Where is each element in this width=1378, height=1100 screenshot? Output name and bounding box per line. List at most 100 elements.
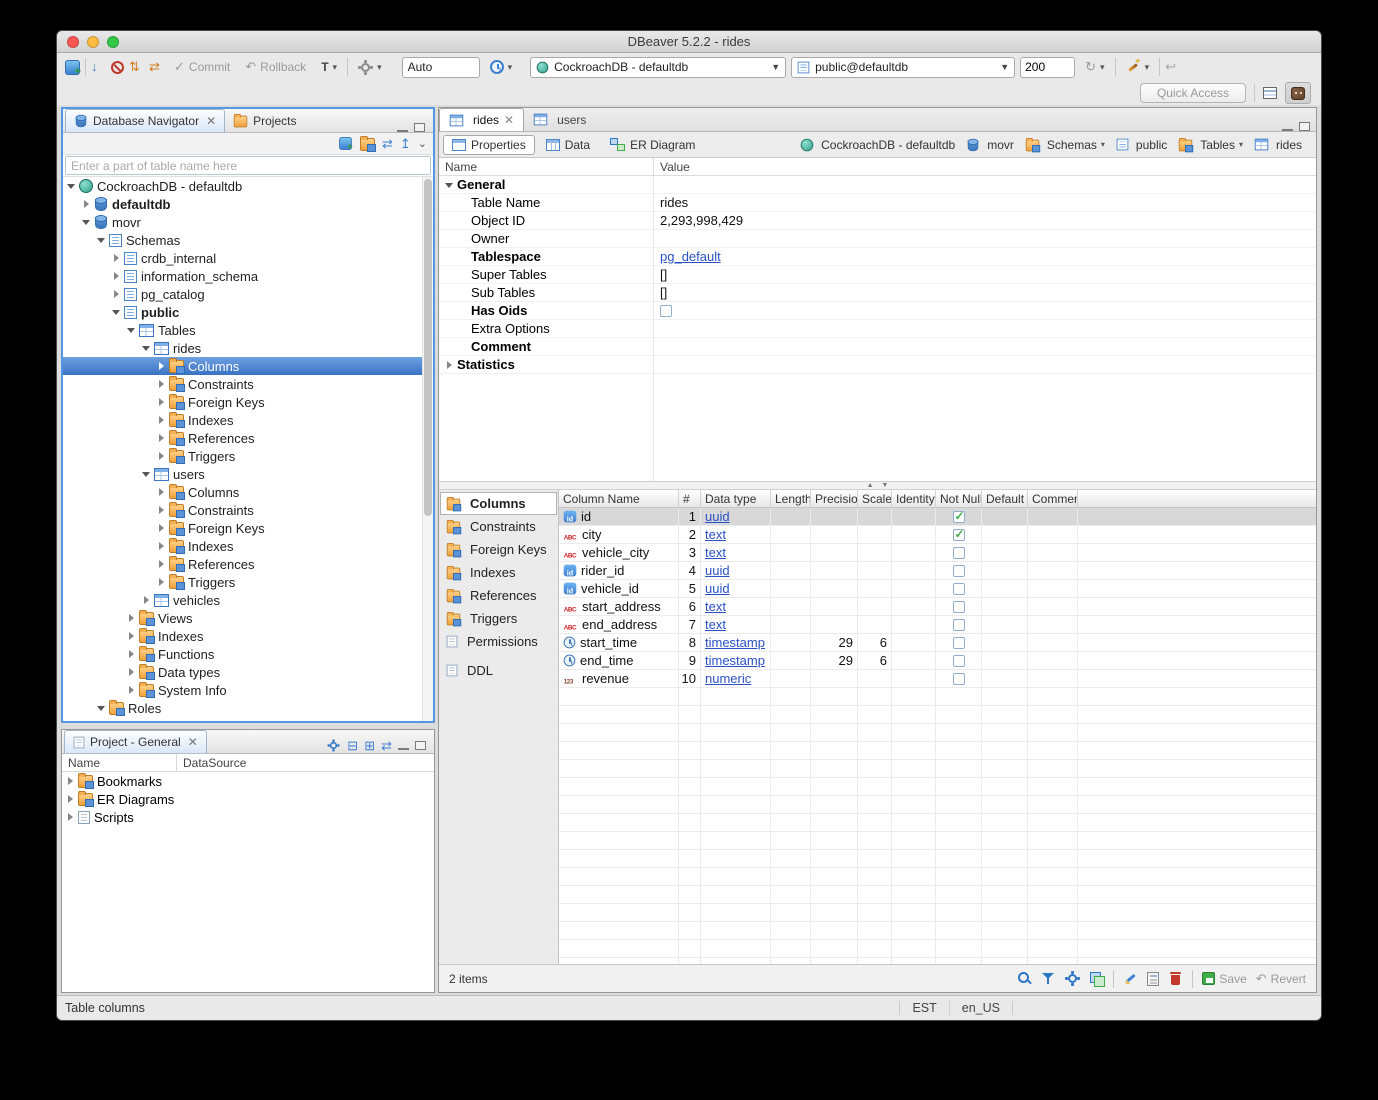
cell-not-null[interactable] xyxy=(936,526,982,543)
expand-twistie-icon[interactable] xyxy=(127,613,137,623)
collapse-twistie-icon[interactable] xyxy=(112,307,122,317)
cell-scale[interactable] xyxy=(858,598,892,615)
collapse-twistie-icon[interactable] xyxy=(82,217,92,227)
cell-data-type[interactable]: timestamp xyxy=(701,634,771,651)
section-splitter[interactable]: ▲ ▼ xyxy=(439,482,1316,490)
cell-length[interactable] xyxy=(771,526,811,543)
tree-item-cockroachdb-defaultdb[interactable]: CockroachDB - defaultdb xyxy=(63,177,433,195)
expand-twistie-icon[interactable] xyxy=(157,523,167,533)
connection-combo[interactable]: CockroachDB - defaultdb ▼ xyxy=(530,57,786,78)
breadcrumb-item-cockroachdb-defaultdb[interactable]: CockroachDB - defaultdb xyxy=(796,137,959,153)
cell-default[interactable] xyxy=(982,508,1028,525)
refresh-button[interactable]: ↻ ▾ xyxy=(1080,56,1109,78)
cell-ordinal[interactable]: 6 xyxy=(679,598,701,615)
quick-access-button[interactable]: Quick Access xyxy=(1140,83,1246,103)
property-value[interactable] xyxy=(654,302,1316,319)
cell-ordinal[interactable]: 3 xyxy=(679,544,701,561)
property-value[interactable]: 2,293,998,429 xyxy=(654,212,1316,229)
tree-item-system-info[interactable]: System Info xyxy=(63,681,433,699)
tree-item-defaultdb[interactable]: defaultdb xyxy=(63,195,433,213)
minimize-view-icon[interactable] xyxy=(397,129,408,132)
filter-icon[interactable] xyxy=(1041,971,1056,986)
property-value[interactable]: [] xyxy=(654,284,1316,301)
cell-precision[interactable] xyxy=(811,526,858,543)
expand-twistie-icon[interactable] xyxy=(157,541,167,551)
tree-item-indexes[interactable]: Indexes xyxy=(63,411,433,429)
cell-column-name[interactable]: city xyxy=(559,526,679,543)
cell-precision[interactable] xyxy=(811,544,858,561)
property-value[interactable] xyxy=(654,230,1316,247)
property-value[interactable] xyxy=(654,320,1316,337)
column-row-end-address[interactable]: end_address7text xyxy=(559,616,1316,634)
cell-precision[interactable] xyxy=(811,580,858,597)
cell-data-type[interactable]: text xyxy=(701,544,771,561)
cell-ordinal[interactable]: 10 xyxy=(679,670,701,687)
cell-column-name[interactable]: start_address xyxy=(559,598,679,615)
cell-not-null[interactable] xyxy=(936,544,982,561)
data-type-link[interactable]: text xyxy=(705,527,726,542)
cell-comment[interactable] xyxy=(1028,508,1078,525)
cell-comment[interactable] xyxy=(1028,634,1078,651)
tab-database-navigator[interactable]: Database Navigator ✕ xyxy=(65,109,225,132)
cell-default[interactable] xyxy=(982,598,1028,615)
property-row-statistics[interactable]: Statistics xyxy=(439,356,1316,374)
property-row-comment[interactable]: Comment xyxy=(439,338,1316,356)
collapse-twistie-icon[interactable] xyxy=(97,235,107,245)
breadcrumb-item-tables[interactable]: Tables▾ xyxy=(1174,137,1247,153)
expand-twistie-icon[interactable] xyxy=(112,271,122,281)
cell-comment[interactable] xyxy=(1028,580,1078,597)
expand-twistie-icon[interactable] xyxy=(112,253,122,263)
panels-icon[interactable] xyxy=(1089,971,1104,986)
expand-twistie-icon[interactable] xyxy=(66,794,76,804)
grid-header-not-null[interactable]: Not Null xyxy=(936,490,982,507)
cell-precision[interactable]: 29 xyxy=(811,652,858,669)
cell-default[interactable] xyxy=(982,652,1028,669)
edit-cell-icon[interactable] xyxy=(1123,971,1138,986)
cell-column-name[interactable]: id xyxy=(559,508,679,525)
tree-item-constraints[interactable]: Constraints xyxy=(63,375,433,393)
collapse-twistie-icon[interactable] xyxy=(127,325,137,335)
not-null-checkbox[interactable] xyxy=(953,673,965,685)
cell-column-name[interactable]: revenue xyxy=(559,670,679,687)
cell-column-name[interactable]: start_time xyxy=(559,634,679,651)
expand-twistie-icon[interactable] xyxy=(127,685,137,695)
detail-tab-indexes[interactable]: Indexes xyxy=(440,561,557,584)
tree-item-triggers[interactable]: Triggers xyxy=(63,447,433,465)
cell-comment[interactable] xyxy=(1028,544,1078,561)
expand-all-icon[interactable]: ⊞ xyxy=(364,739,375,753)
not-null-checkbox[interactable] xyxy=(953,565,965,577)
cell-length[interactable] xyxy=(771,634,811,651)
cell-identity[interactable] xyxy=(892,670,936,687)
close-window-button[interactable] xyxy=(67,36,79,48)
cell-length[interactable] xyxy=(771,652,811,669)
cell-identity[interactable] xyxy=(892,616,936,633)
cell-length[interactable] xyxy=(771,670,811,687)
editor-tab-users[interactable]: users xyxy=(524,108,595,131)
table-filter-input[interactable] xyxy=(65,156,431,175)
cell-data-type[interactable]: text xyxy=(701,598,771,615)
expand-twistie-icon[interactable] xyxy=(157,379,167,389)
property-value[interactable]: rides xyxy=(654,194,1316,211)
dbeaver-perspective-button[interactable] xyxy=(1285,82,1311,104)
tree-item-columns[interactable]: Columns xyxy=(63,357,433,375)
property-row-sub-tables[interactable]: Sub Tables[] xyxy=(439,284,1316,302)
maximize-window-button[interactable] xyxy=(107,36,119,48)
search-icon[interactable] xyxy=(1017,971,1032,986)
tree-item-movr[interactable]: movr xyxy=(63,213,433,231)
auto-sync-icon[interactable]: ↓ xyxy=(91,60,106,75)
tree-item-views[interactable]: Views xyxy=(63,609,433,627)
cell-column-name[interactable]: vehicle_id xyxy=(559,580,679,597)
tree-item-public[interactable]: public xyxy=(63,303,433,321)
cell-data-type[interactable]: timestamp xyxy=(701,652,771,669)
cell-not-null[interactable] xyxy=(936,634,982,651)
collapse-twistie-icon[interactable] xyxy=(142,469,152,479)
project-item-scripts[interactable]: Scripts xyxy=(62,808,434,826)
splitter-up-icon[interactable]: ▲ xyxy=(867,482,874,489)
navigator-scrollbar[interactable] xyxy=(422,177,433,721)
grid-header-default[interactable]: Default xyxy=(982,490,1028,507)
minimize-window-button[interactable] xyxy=(87,36,99,48)
cell-length[interactable] xyxy=(771,562,811,579)
refresh-schedule-button[interactable]: ▾ xyxy=(485,56,518,78)
delete-row-icon[interactable] xyxy=(1168,971,1183,986)
cell-length[interactable] xyxy=(771,598,811,615)
